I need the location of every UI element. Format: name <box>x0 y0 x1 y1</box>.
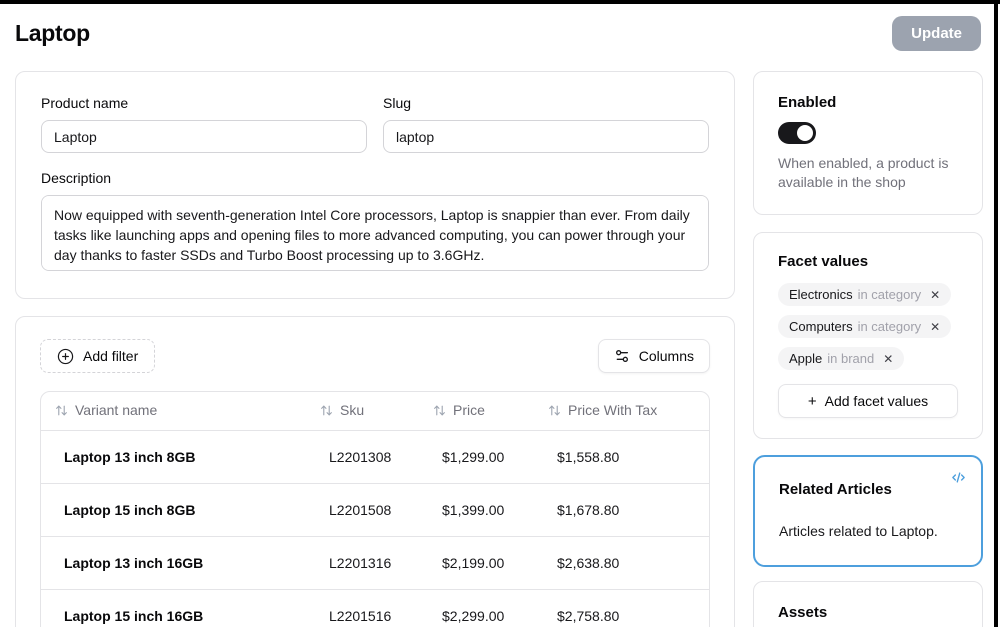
table-row[interactable]: Laptop 15 inch 8GB L2201508 $1,399.00 $1… <box>41 483 709 536</box>
cell-price-with-tax: $2,638.80 <box>534 536 709 589</box>
facet-values-card: Facet values Electronics in category ✕ C… <box>753 232 983 439</box>
cell-price-with-tax: $1,678.80 <box>534 483 709 536</box>
chip-remove-icon[interactable]: ✕ <box>930 321 940 333</box>
enabled-title: Enabled <box>778 94 958 112</box>
toggle-knob <box>797 125 813 141</box>
table-row[interactable]: Laptop 15 inch 16GB L2201516 $2,299.00 $… <box>41 589 709 627</box>
table-row[interactable]: Laptop 13 inch 8GB L2201308 $1,299.00 $1… <box>41 430 709 483</box>
cell-price: $2,199.00 <box>419 536 534 589</box>
cell-variant-name: Laptop 13 inch 8GB <box>41 430 306 483</box>
add-filter-label: Add filter <box>83 348 138 364</box>
facet-chip: Apple in brand ✕ <box>778 347 904 370</box>
chip-value: Computers <box>789 319 853 334</box>
related-articles-title: Related Articles <box>779 481 957 499</box>
product-details-card: Product name Slug Description Now equipp… <box>15 71 735 299</box>
cell-price: $1,399.00 <box>419 483 534 536</box>
add-facet-values-button[interactable]: + Add facet values <box>778 384 958 418</box>
chip-remove-icon[interactable]: ✕ <box>883 353 893 365</box>
plus-icon: + <box>808 393 817 410</box>
facet-chip: Electronics in category ✕ <box>778 283 951 306</box>
column-header-sku[interactable]: Sku <box>306 392 419 430</box>
chip-value: Electronics <box>789 287 853 302</box>
page-header: Laptop Update <box>0 0 1000 51</box>
chip-value: Apple <box>789 351 822 366</box>
sort-icon[interactable] <box>55 404 68 417</box>
chip-qualifier: in category <box>858 287 922 302</box>
add-facet-values-label: Add facet values <box>825 393 929 409</box>
product-name-input[interactable] <box>41 120 367 153</box>
variants-table-container: Variant name Sku <box>40 391 710 627</box>
enabled-toggle[interactable] <box>778 122 816 144</box>
slug-label: Slug <box>383 94 709 112</box>
product-name-field-group: Product name <box>41 94 367 153</box>
cell-sku: L2201308 <box>306 430 419 483</box>
cell-variant-name: Laptop 13 inch 16GB <box>41 536 306 589</box>
slug-field-group: Slug <box>383 94 709 153</box>
window-border-right <box>994 0 998 627</box>
facet-chips: Electronics in category ✕ Computers in c… <box>778 283 958 370</box>
circle-plus-icon <box>57 348 74 365</box>
cell-price: $1,299.00 <box>419 430 534 483</box>
facet-values-title: Facet values <box>778 253 958 271</box>
enabled-help-text: When enabled, a product is available in … <box>778 154 958 192</box>
sort-icon[interactable] <box>320 404 333 417</box>
variants-card: Add filter Columns Varia <box>15 316 735 627</box>
main-content: Product name Slug Description Now equipp… <box>0 51 1000 627</box>
chip-qualifier: in brand <box>827 351 874 366</box>
table-header-row: Variant name Sku <box>41 392 709 430</box>
column-header-variant-name[interactable]: Variant name <box>41 392 306 430</box>
columns-button[interactable]: Columns <box>598 339 710 373</box>
facet-chip: Computers in category ✕ <box>778 315 951 338</box>
cell-variant-name: Laptop 15 inch 16GB <box>41 589 306 627</box>
assets-card: Assets <box>753 581 983 627</box>
cell-sku: L2201508 <box>306 483 419 536</box>
chip-remove-icon[interactable]: ✕ <box>930 289 940 301</box>
cell-price-with-tax: $2,758.80 <box>534 589 709 627</box>
enabled-card: Enabled When enabled, a product is avail… <box>753 71 983 215</box>
chip-qualifier: in category <box>858 319 922 334</box>
related-articles-body: Articles related to Laptop. <box>779 522 957 541</box>
cell-sku: L2201516 <box>306 589 419 627</box>
product-name-label: Product name <box>41 94 367 112</box>
main-column: Product name Slug Description Now equipp… <box>15 71 735 627</box>
variants-table: Variant name Sku <box>41 392 709 627</box>
page-title: Laptop <box>15 20 90 47</box>
description-label: Description <box>41 169 709 187</box>
cell-sku: L2201316 <box>306 536 419 589</box>
code-icon <box>951 470 966 485</box>
description-textarea[interactable]: Now equipped with seventh-generation Int… <box>41 195 709 271</box>
slug-input[interactable] <box>383 120 709 153</box>
cell-price-with-tax: $1,558.80 <box>534 430 709 483</box>
related-articles-card: Related Articles Articles related to Lap… <box>753 455 983 567</box>
cell-variant-name: Laptop 15 inch 8GB <box>41 483 306 536</box>
variants-toolbar: Add filter Columns <box>40 339 710 373</box>
column-header-price-with-tax[interactable]: Price With Tax <box>534 392 709 430</box>
add-filter-button[interactable]: Add filter <box>40 339 155 373</box>
sidebar: Enabled When enabled, a product is avail… <box>753 71 983 627</box>
column-header-price[interactable]: Price <box>419 392 534 430</box>
columns-settings-icon <box>614 348 630 364</box>
cell-price: $2,299.00 <box>419 589 534 627</box>
sort-icon[interactable] <box>548 404 561 417</box>
assets-title: Assets <box>778 604 958 622</box>
update-button[interactable]: Update <box>892 16 981 51</box>
window-border-top <box>0 0 1000 4</box>
description-field-group: Description Now equipped with seventh-ge… <box>41 169 709 276</box>
sort-icon[interactable] <box>433 404 446 417</box>
table-row[interactable]: Laptop 13 inch 16GB L2201316 $2,199.00 $… <box>41 536 709 589</box>
columns-label: Columns <box>639 348 694 364</box>
